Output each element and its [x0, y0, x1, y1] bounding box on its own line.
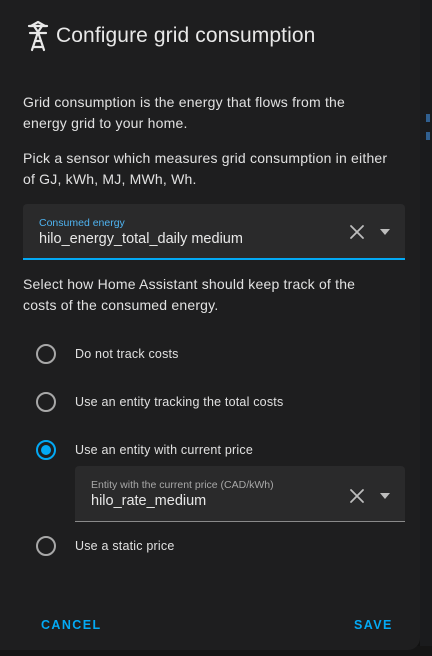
dialog-title: Configure grid consumption [56, 24, 316, 47]
radio-button[interactable] [36, 536, 56, 556]
dialog-header: Configure grid consumption [26, 20, 315, 52]
cost-option-label: Do not track costs [75, 347, 179, 361]
radio-button[interactable] [36, 392, 56, 412]
cost-option-label: Use an entity with current price [75, 443, 254, 457]
cost-option-no-tracking[interactable]: Do not track costs [36, 342, 179, 366]
background-link-mark [426, 132, 430, 140]
radio-button-selected[interactable] [36, 440, 56, 460]
current-price-entity-label: Entity with the current price (CAD/kWh) [91, 479, 274, 491]
radio-button[interactable] [36, 344, 56, 364]
clear-icon[interactable] [347, 486, 367, 506]
cost-option-static-price[interactable]: Use a static price [36, 534, 174, 558]
cost-option-label: Use an entity tracking the total costs [75, 395, 284, 409]
transmission-tower-icon [27, 20, 49, 52]
consumed-energy-field[interactable]: Consumed energy hilo_energy_total_daily … [23, 204, 405, 260]
dropdown-caret-icon[interactable] [379, 492, 391, 500]
current-price-entity-value: hilo_rate_medium [91, 493, 207, 509]
cost-option-current-price-entity[interactable]: Use an entity with current price [36, 438, 253, 462]
cancel-button[interactable]: CANCEL [41, 615, 101, 635]
cost-option-total-costs-entity[interactable]: Use an entity tracking the total costs [36, 390, 283, 414]
background-link-mark [426, 114, 430, 122]
save-button[interactable]: SAVE [354, 615, 393, 635]
consumed-energy-value: hilo_energy_total_daily medium [39, 231, 243, 247]
clear-icon[interactable] [347, 222, 367, 242]
cost-hint-text: Select how Home Assistant should keep tr… [23, 276, 356, 313]
current-price-entity-field[interactable]: Entity with the current price (CAD/kWh) … [75, 466, 405, 522]
configure-grid-dialog: Configure grid consumption Grid consumpt… [0, 0, 420, 650]
cost-option-label: Use a static price [75, 539, 175, 553]
dropdown-caret-icon[interactable] [379, 228, 391, 236]
consumed-energy-label: Consumed energy [39, 217, 125, 229]
intro-text: Grid consumption is the energy that flow… [23, 94, 346, 131]
sensor-hint-text: Pick a sensor which measures grid consum… [23, 150, 388, 187]
background-page-edge [420, 0, 432, 656]
